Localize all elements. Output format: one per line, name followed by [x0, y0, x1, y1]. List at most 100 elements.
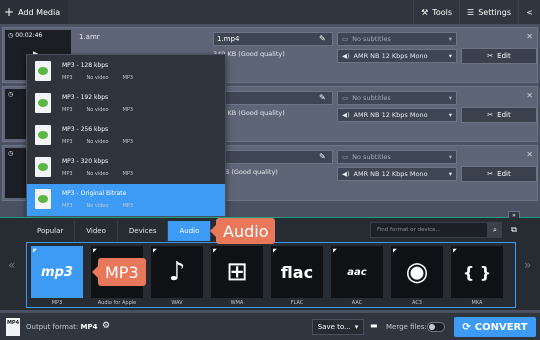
share-icon: <: [526, 7, 533, 17]
gear-icon[interactable]: ⚙: [102, 321, 110, 331]
format-mp3[interactable]: ◤ mp3 MP3: [29, 246, 83, 308]
remove-icon[interactable]: ✕: [526, 91, 533, 100]
output-file-name[interactable]: 1.mp4: [213, 32, 333, 46]
tab-video[interactable]: Video: [75, 221, 118, 241]
format-wav[interactable]: ◤ ♪ WAV: [149, 246, 203, 308]
edit-button[interactable]: ✂ Edit: [461, 48, 537, 64]
audio-callout: Audio: [209, 218, 276, 244]
format-mka[interactable]: ◤ { } MKA: [449, 246, 503, 308]
tab-devices[interactable]: Devices: [118, 221, 169, 241]
settings-button[interactable]: ☰ Settings: [459, 0, 518, 24]
device-detect-button[interactable]: ⧉: [506, 222, 522, 238]
preset-meta: MP3 No video MP3: [62, 107, 133, 113]
edit-button[interactable]: ✂ Edit: [461, 107, 537, 123]
preset-meta: MP3 No video MP3: [62, 75, 133, 81]
audio-track-value: AMR NB 12 Kbps Mono: [353, 111, 428, 119]
preset-item[interactable]: MP3 - 256 kbps MP3 No video MP3: [27, 120, 225, 152]
remove-icon[interactable]: ✕: [526, 32, 533, 41]
audio-track-select[interactable]: ◀) AMR NB 12 Kbps Mono ▾: [337, 49, 457, 63]
output-format-label: Output format:: [26, 323, 79, 331]
preset-meta: MP3 No video MP3: [62, 203, 133, 209]
preset-meta-codec: MP3: [122, 75, 134, 81]
format-aac[interactable]: ◤ aac AAC: [329, 246, 383, 308]
preset-meta-codec: MP3: [122, 171, 134, 177]
format-flac[interactable]: ◤ flac FLAC: [269, 246, 323, 308]
corner-mark-icon: ◤: [33, 248, 37, 254]
subtitles-value: No subtitles: [352, 35, 391, 43]
save-to-dropdown[interactable]: Save to... ▾: [312, 319, 364, 335]
preset-item[interactable]: MP3 - 192 kbps MP3 No video MP3: [27, 88, 225, 120]
corner-mark-icon: ◤: [393, 248, 397, 254]
mka-tile: ◤ { }: [451, 246, 503, 298]
audio-file-icon: [35, 189, 51, 209]
preset-item[interactable]: MP3 - 320 kbps MP3 No video MP3: [27, 152, 225, 184]
preset-meta-format: MP3: [62, 171, 73, 177]
mp3-tile: ◤ mp3: [31, 246, 83, 298]
output-format[interactable]: Output format: MP4: [26, 323, 97, 331]
add-media-button[interactable]: + Add Media: [0, 0, 68, 24]
pencil-icon[interactable]: ✎: [319, 34, 326, 43]
chevron-down-icon: ▾: [448, 170, 452, 178]
toolbar-right: ⚒ Tools ☰ Settings <: [413, 0, 540, 24]
clock-icon: ◷: [8, 91, 14, 98]
merge-files-toggle[interactable]: [427, 322, 445, 332]
tab-popular[interactable]: Popular: [26, 221, 76, 241]
edit-label: Edit: [497, 111, 511, 119]
chevron-down-icon: ▾: [448, 35, 452, 43]
folder-icon[interactable]: ▬: [370, 321, 378, 330]
pencil-icon[interactable]: ✎: [319, 152, 326, 161]
preset-item-selected[interactable]: MP3 - Original Bitrate MP3 No video MP3: [27, 184, 225, 216]
remove-icon[interactable]: ✕: [526, 150, 533, 159]
subtitles-select[interactable]: ▭ No subtitles ▾: [337, 32, 457, 46]
top-toolbar: + Add Media ⚒ Tools ☰ Settings <: [0, 0, 540, 24]
scroll-left-icon[interactable]: «: [8, 258, 15, 272]
output-file-name[interactable]: [213, 91, 333, 105]
format-label: WAV: [171, 300, 183, 306]
tools-button[interactable]: ⚒ Tools: [413, 0, 459, 24]
scroll-right-icon[interactable]: »: [524, 258, 531, 272]
clock-icon: ◷: [8, 32, 14, 39]
preset-title: MP3 - 128 kbps: [62, 62, 109, 69]
audio-file-icon: [35, 157, 51, 177]
preset-meta-format: MP3: [62, 139, 73, 145]
speaker-icon: ◀): [342, 170, 350, 178]
wma-tile: ◤ ⊞: [211, 246, 263, 298]
format-label: Audio for Apple: [97, 300, 137, 306]
audio-track-select[interactable]: ◀) AMR NB 12 Kbps Mono ▾: [337, 108, 457, 122]
windows-logo-icon: ⊞: [226, 257, 248, 287]
audio-track-select[interactable]: ◀) AMR NB 12 Kbps Mono ▾: [337, 167, 457, 181]
mka-logo: { }: [462, 262, 492, 282]
format-search-input[interactable]: Find format or device...: [370, 222, 488, 238]
format-label: WMA: [230, 300, 244, 306]
preset-meta-codec: MP3: [122, 107, 134, 113]
merge-files-label: Merge files:: [386, 323, 427, 331]
flac-logo: flac: [280, 262, 314, 282]
preset-item[interactable]: MP3 - 128 kbps MP3 No video MP3: [27, 56, 225, 88]
tab-audio[interactable]: Audio: [168, 221, 212, 241]
convert-icon: ⟳: [462, 321, 471, 333]
settings-label: Settings: [478, 7, 511, 17]
flac-tile: ◤ flac: [271, 246, 323, 298]
output-file-name[interactable]: [213, 150, 333, 164]
corner-mark-icon: ◤: [213, 248, 217, 254]
format-wma[interactable]: ◤ ⊞ WMA: [209, 246, 263, 308]
search-button[interactable]: ⌕: [488, 222, 502, 238]
edit-button[interactable]: ✂ Edit: [461, 166, 537, 182]
preset-meta-video: No video: [86, 171, 109, 177]
format-tabs: Popular Video Devices Audio: [26, 221, 212, 241]
subtitles-select[interactable]: ▭ No subtitles ▾: [337, 150, 457, 164]
scissors-icon: ✂: [487, 111, 494, 119]
aac-tile: ◤ aac: [331, 246, 383, 298]
duration: ◷: [8, 91, 15, 98]
source-file-name: 1.amr: [79, 33, 100, 41]
convert-button[interactable]: ⟳ CONVERT: [454, 317, 536, 337]
share-button[interactable]: <: [518, 0, 540, 24]
preset-meta-format: MP3: [62, 75, 73, 81]
pencil-icon[interactable]: ✎: [319, 93, 326, 102]
chevron-down-icon: ▾: [448, 52, 452, 60]
duration: ◷: [8, 150, 15, 157]
subtitles-select[interactable]: ▭ No subtitles ▾: [337, 91, 457, 105]
preset-dropdown: MP3 - 128 kbps MP3 No video MP3 MP3 - 192 …: [26, 54, 226, 217]
convert-label: CONVERT: [474, 321, 528, 333]
format-ac3[interactable]: ◤ ◉ AC3: [389, 246, 443, 308]
